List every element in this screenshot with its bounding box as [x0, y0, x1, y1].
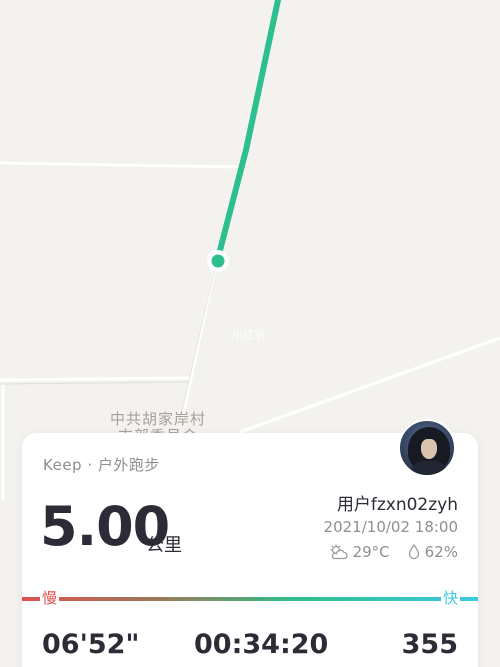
speed-gradient-bar — [22, 597, 478, 601]
route-line — [215, 0, 281, 261]
pace-value: 06'52" — [42, 629, 140, 660]
partly-cloudy-icon — [328, 544, 348, 560]
droplet-icon — [408, 544, 420, 560]
start-marker-dot — [211, 254, 225, 268]
avatar[interactable] — [398, 419, 456, 477]
username: 用户fzxn02zyh — [336, 495, 458, 515]
run-datetime: 2021/10/02 18:00 — [323, 518, 458, 536]
duration-value: 00:34:20 — [194, 629, 329, 660]
activity-type: Keep · 户外跑步 — [43, 456, 160, 474]
watermark-text: 小红书 — [232, 329, 265, 342]
temperature: 29°C — [352, 543, 390, 561]
slow-label: 慢 — [40, 587, 60, 608]
fast-label: 快 — [440, 587, 460, 608]
calories-value: 355 — [401, 629, 458, 660]
humidity: 62% — [424, 543, 458, 561]
run-summary-card: Keep · 户外跑步 5.00 公里 用户fzxn02zyh 2021/10/… — [22, 419, 478, 667]
distance-unit: 公里 — [146, 535, 182, 556]
weather-info: 29°C 62% — [328, 543, 458, 561]
